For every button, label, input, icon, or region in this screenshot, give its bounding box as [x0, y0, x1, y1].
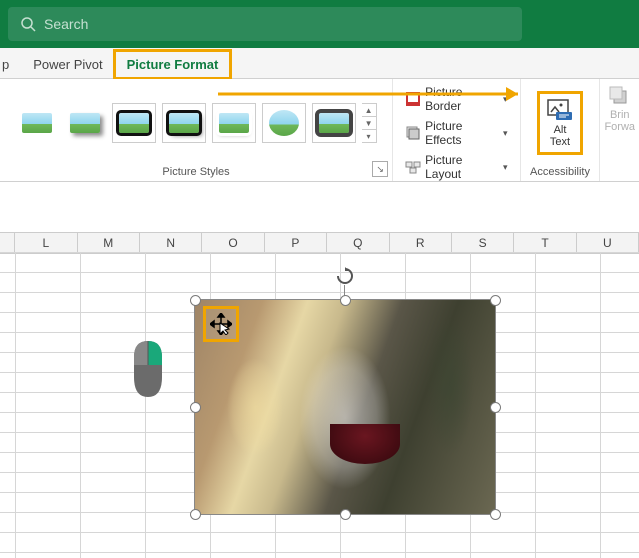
- search-icon: [20, 16, 36, 32]
- picture-border-label: Picture Border: [425, 85, 497, 113]
- col-header-S[interactable]: S: [452, 233, 514, 253]
- col-header-U[interactable]: U: [577, 233, 639, 253]
- picture-style-4[interactable]: [162, 103, 206, 143]
- move-cursor-icon: [210, 313, 232, 335]
- picture-style-5[interactable]: [212, 103, 256, 143]
- inserted-picture[interactable]: [195, 300, 495, 514]
- bring-forward-button[interactable]: BrinForwa: [600, 79, 639, 181]
- selection-handle-ne[interactable]: [490, 295, 501, 306]
- picture-style-6[interactable]: [262, 103, 306, 143]
- picture-effects-icon: [405, 125, 421, 141]
- selection-handle-s[interactable]: [340, 509, 351, 520]
- picture-style-7[interactable]: [312, 103, 356, 143]
- move-cursor-highlight: [203, 306, 239, 342]
- col-header-Q[interactable]: Q: [327, 233, 389, 253]
- alt-text-icon: [546, 98, 574, 122]
- chevron-down-icon: ▾: [503, 94, 508, 105]
- search-placeholder: Search: [44, 16, 88, 32]
- accessibility-label: Accessibility: [530, 163, 590, 181]
- col-header-M[interactable]: M: [78, 233, 140, 253]
- col-header-O[interactable]: O: [202, 233, 264, 253]
- picture-style-1[interactable]: [16, 104, 58, 142]
- ribbon-tabs: p Power Pivot Picture Format: [0, 48, 639, 79]
- selection-handle-sw[interactable]: [190, 509, 201, 520]
- title-bar: Search: [0, 0, 639, 48]
- col-header-P[interactable]: P: [265, 233, 327, 253]
- picture-style-2[interactable]: [64, 104, 106, 142]
- accessibility-group: AltText Accessibility: [521, 79, 601, 181]
- bring-forward-icon: [608, 85, 632, 107]
- picture-styles-label: Picture Styles: [162, 163, 229, 181]
- tab-picture-format[interactable]: Picture Format: [115, 51, 231, 78]
- tab-power-pivot[interactable]: Power Pivot: [21, 51, 114, 78]
- picture-styles-dialog-launcher[interactable]: ↘: [372, 161, 388, 177]
- picture-layout-label: Picture Layout: [425, 153, 497, 181]
- picture-style-3[interactable]: [112, 103, 156, 143]
- chevron-down-icon: ▾: [503, 162, 508, 173]
- rotate-handle-icon[interactable]: [336, 267, 354, 285]
- col-header-R[interactable]: R: [390, 233, 452, 253]
- selection-handle-nw[interactable]: [190, 295, 201, 306]
- col-header-gutter[interactable]: [0, 233, 15, 253]
- picture-effects-label: Picture Effects: [425, 119, 497, 147]
- chevron-down-icon: ▾: [503, 128, 508, 139]
- picture-styles-group: ▲▼▾ Picture Styles ↘: [0, 79, 393, 181]
- picture-effects-button[interactable]: Picture Effects ▾: [401, 117, 511, 149]
- picture-border-icon: [405, 91, 421, 107]
- search-box[interactable]: Search: [8, 7, 522, 41]
- picture-border-button[interactable]: Picture Border ▾: [401, 83, 511, 115]
- ribbon: ▲▼▾ Picture Styles ↘ Picture Border ▾ Pic…: [0, 79, 639, 182]
- picture-layout-icon: [405, 159, 421, 175]
- mouse-right-click-icon: [126, 337, 170, 401]
- bring-forward-label-2: Forwa: [604, 121, 635, 133]
- col-header-L[interactable]: L: [15, 233, 77, 253]
- styles-gallery-expand[interactable]: ▲▼▾: [362, 103, 377, 143]
- column-headers: L M N O P Q R S T U: [0, 232, 639, 254]
- selection-handle-e[interactable]: [490, 402, 501, 413]
- alt-text-label-1: Alt: [554, 124, 567, 136]
- selection-handle-w[interactable]: [190, 402, 201, 413]
- selection-handle-se[interactable]: [490, 509, 501, 520]
- selection-handle-n[interactable]: [340, 295, 351, 306]
- bring-forward-label-1: Brin: [610, 109, 630, 121]
- tab-help-partial[interactable]: p: [0, 51, 21, 78]
- col-header-T[interactable]: T: [514, 233, 576, 253]
- worksheet-area[interactable]: L M N O P Q R S T U: [0, 182, 639, 558]
- picture-wine-detail: [330, 424, 400, 464]
- picture-options-group: Picture Border ▾ Picture Effects ▾ Picture…: [393, 79, 520, 181]
- picture-layout-button[interactable]: Picture Layout ▾: [401, 151, 511, 183]
- alt-text-label-2: Text: [550, 136, 570, 148]
- alt-text-button[interactable]: AltText: [538, 92, 582, 154]
- col-header-N[interactable]: N: [140, 233, 202, 253]
